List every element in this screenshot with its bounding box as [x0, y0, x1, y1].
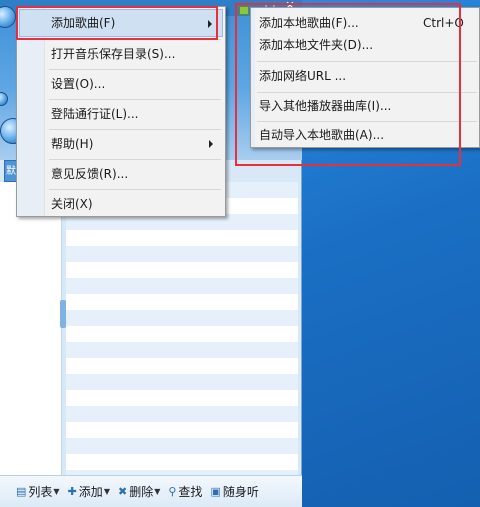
menu-item-open-save-folder[interactable]: 打开音乐保存目录(S)...: [19, 40, 223, 68]
find-button[interactable]: ⚲ 查找: [164, 482, 206, 502]
playlist-sidebar: [0, 182, 62, 475]
delete-icon: ✖: [117, 485, 128, 498]
menu-item-label: 设置(O)...: [51, 77, 106, 91]
menu-item-help[interactable]: 帮助(H): [19, 130, 223, 158]
annotation-box-add-songs: [16, 6, 218, 40]
table-row: [66, 342, 298, 358]
chevron-down-icon: ▼: [154, 487, 161, 496]
table-row: [66, 310, 298, 326]
chevron-down-icon: ▼: [103, 487, 110, 496]
table-row: [66, 438, 298, 454]
annotation-box-submenu: [235, 3, 461, 166]
device-icon: ▣: [210, 485, 221, 498]
add-button[interactable]: ✚ 添加 ▼: [64, 482, 114, 502]
menu-item-label: 意见反馈(R)...: [51, 167, 129, 181]
menu-item-label: 帮助(H): [51, 137, 94, 151]
table-row: [66, 246, 298, 262]
table-row: [66, 406, 298, 422]
menu-item-feedback[interactable]: 意见反馈(R)...: [19, 160, 223, 188]
chevron-down-icon: ▼: [53, 487, 60, 496]
find-label: 查找: [178, 485, 203, 499]
portable-player-button[interactable]: ▣ 随身听: [206, 482, 262, 502]
menu-item-login[interactable]: 登陆通行证(L)...: [19, 100, 223, 128]
search-icon: ⚲: [168, 485, 177, 498]
menu-item-label: 关闭(X): [51, 197, 93, 211]
add-label: 添加: [78, 485, 103, 499]
delete-label: 删除: [129, 485, 154, 499]
bottom-toolbar: ▤ 列表 ▼ ✚ 添加 ▼ ✖ 删除 ▼ ⚲ 查找 ▣ 随身听: [0, 475, 302, 507]
menu-item-label: 打开音乐保存目录(S)...: [51, 47, 176, 61]
menu-item-close[interactable]: 关闭(X): [19, 190, 223, 218]
menu-item-label: 登陆通行证(L)...: [51, 107, 139, 121]
playlist-area: [66, 182, 298, 475]
submenu-arrow-icon: [209, 140, 213, 148]
table-row: [66, 278, 298, 294]
list-icon: ▤: [16, 485, 27, 498]
list-label: 列表: [28, 485, 53, 499]
delete-button[interactable]: ✖ 删除 ▼: [114, 482, 164, 502]
table-row: [66, 374, 298, 390]
menu-item-settings[interactable]: 设置(O)...: [19, 70, 223, 98]
list-button[interactable]: ▤ 列表 ▼: [12, 482, 64, 502]
plus-icon: ✚: [67, 485, 77, 498]
portable-label: 随身听: [222, 485, 259, 499]
